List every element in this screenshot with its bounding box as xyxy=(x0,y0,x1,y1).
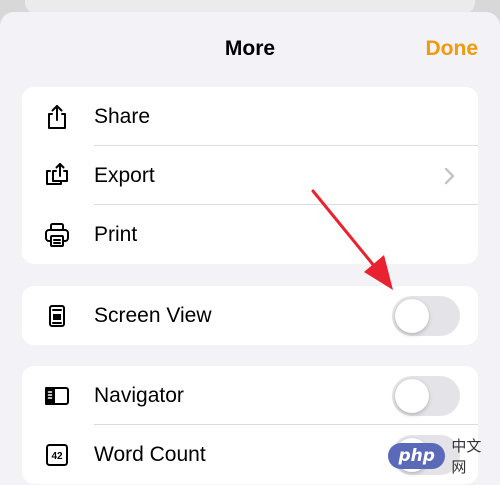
print-row[interactable]: Print xyxy=(22,205,478,264)
toggle-knob xyxy=(395,298,429,333)
navigator-toggle[interactable] xyxy=(392,375,460,416)
screen-view-label: Screen View xyxy=(94,303,212,327)
share-icon xyxy=(44,104,70,130)
screen-view-group: Screen View xyxy=(22,286,478,345)
chevron-right-icon xyxy=(442,166,456,186)
watermark-badge: php xyxy=(388,443,446,469)
share-label: Share xyxy=(94,104,151,128)
more-sheet: More Done Share Export Print Screen View… xyxy=(0,12,500,485)
sidebar-icon xyxy=(44,383,70,409)
print-label: Print xyxy=(94,222,138,246)
svg-text:42: 42 xyxy=(51,451,63,462)
actions-group: Share Export Print xyxy=(22,87,478,264)
export-row[interactable]: Export xyxy=(22,146,478,205)
screen-view-toggle[interactable] xyxy=(392,295,460,336)
watermark: php 中文网 xyxy=(388,437,496,476)
share-row[interactable]: Share xyxy=(22,87,478,146)
export-icon xyxy=(44,162,70,189)
screen-view-icon xyxy=(44,303,70,329)
done-button[interactable]: Done xyxy=(426,37,479,61)
toggle-knob xyxy=(395,378,429,413)
word-count-label: Word Count xyxy=(94,442,206,466)
navigator-row: Navigator xyxy=(22,366,478,425)
export-label: Export xyxy=(94,163,155,187)
watermark-text: 中文网 xyxy=(451,437,482,476)
printer-icon xyxy=(44,222,70,248)
screen-view-row: Screen View xyxy=(22,286,478,345)
word-count-icon: 42 xyxy=(44,442,70,468)
navigator-label: Navigator xyxy=(94,383,184,407)
